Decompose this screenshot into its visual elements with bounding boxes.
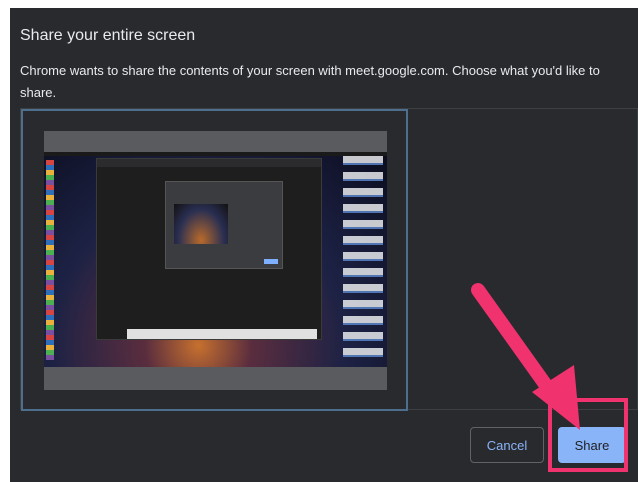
thumbnail-nested-preview [174,204,228,244]
share-button[interactable]: Share [558,427,626,463]
screen-source-list [20,108,638,411]
share-screen-dialog: Share your entire screen Chrome wants to… [10,8,638,482]
dialog-title: Share your entire screen [20,27,196,44]
thumbnail-nested-share [264,259,278,264]
thumbnail-bottom-bar [127,329,317,339]
thumbnail-nested-dialog [165,181,283,269]
thumbnail-menubar [44,152,387,156]
thumbnail-desktop-icons [343,156,383,361]
thumbnail-dock [46,160,54,360]
screen-preview-image [44,152,387,367]
thumbnail-browser-window [96,158,322,340]
thumbnail-tabbar [97,159,321,167]
cancel-button[interactable]: Cancel [470,427,544,463]
screen-source-item[interactable] [21,109,408,411]
screen-thumbnail [44,131,387,390]
dialog-description: Chrome wants to share the contents of yo… [20,63,600,100]
